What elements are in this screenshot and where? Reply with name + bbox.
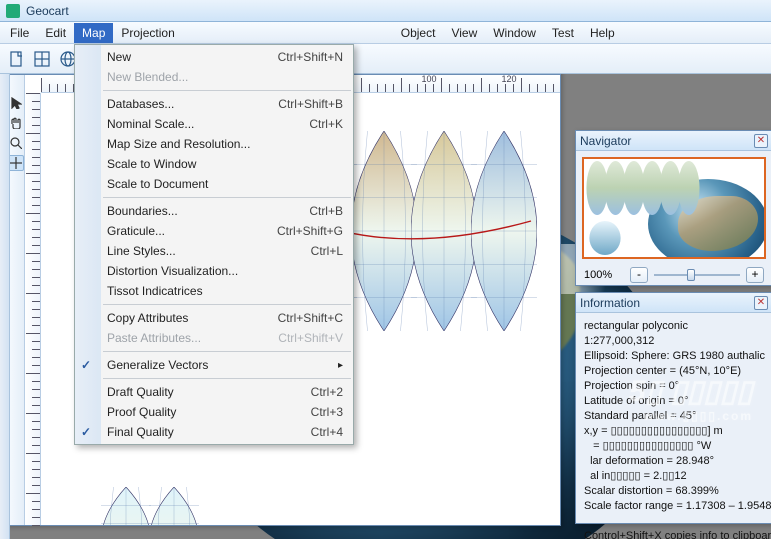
menu-projection[interactable]: Projection xyxy=(113,23,182,43)
zoom-slider[interactable] xyxy=(654,267,740,283)
zoom-percent: 100% xyxy=(584,269,624,281)
grid-icon xyxy=(34,51,50,67)
menu-item-shortcut: Ctrl+3 xyxy=(311,405,343,419)
navigator-panel: Navigator ✕ 100% - + xyxy=(575,130,771,286)
app-title: Geocart xyxy=(26,4,69,18)
menu-file[interactable]: File xyxy=(2,23,37,43)
document-icon xyxy=(8,51,24,67)
menu-item-label: New Blended... xyxy=(107,70,188,84)
menu-item-shortcut: Ctrl+Shift+B xyxy=(278,97,343,111)
menu-test[interactable]: Test xyxy=(544,23,582,43)
magnifier-icon xyxy=(10,137,22,149)
zoom-in-button[interactable]: + xyxy=(746,267,764,283)
menu-item-label: Final Quality xyxy=(107,425,174,439)
menu-map[interactable]: Map xyxy=(74,23,113,43)
menu-help[interactable]: Help xyxy=(582,23,623,43)
menu-item-generalize-vectors[interactable]: ✓ Generalize Vectors xyxy=(75,355,353,375)
mini-map xyxy=(101,487,211,525)
menu-item-line-styles[interactable]: Line Styles... Ctrl+L xyxy=(75,241,353,261)
menu-item-shortcut: Ctrl+Shift+V xyxy=(278,331,343,345)
menu-object[interactable]: Object xyxy=(393,23,444,43)
navigator-close[interactable]: ✕ xyxy=(754,134,768,148)
menu-item-proof-quality[interactable]: Proof Quality Ctrl+3 xyxy=(75,402,353,422)
app-icon xyxy=(6,4,20,18)
menu-item-label: Tissot Indicatrices xyxy=(107,284,203,298)
menu-separator xyxy=(103,90,351,91)
menu-item-label: Databases... xyxy=(107,97,174,111)
watermark: 5▯ ▯▯▯▯▯ www.▯▯▯▯.com xyxy=(629,374,753,423)
ruler-vertical xyxy=(25,93,41,525)
map-menu-dropdown: New Ctrl+Shift+N New Blended... Databases..… xyxy=(74,44,354,445)
tool-grid[interactable] xyxy=(32,49,52,69)
zoom-tool[interactable] xyxy=(10,135,24,151)
menu-item-nominal-scale[interactable]: Nominal Scale... Ctrl+K xyxy=(75,114,353,134)
menu-item-map-size-and-resolution[interactable]: Map Size and Resolution... xyxy=(75,134,353,154)
menu-item-shortcut: Ctrl+L xyxy=(311,244,343,258)
menu-item-label: Graticule... xyxy=(107,224,165,238)
menu-item-tissot-indicatrices[interactable]: Tissot Indicatrices xyxy=(75,281,353,301)
menu-item-label: Scale to Window xyxy=(107,157,196,171)
menu-item-paste-attributes: Paste Attributes... Ctrl+Shift+V xyxy=(75,328,353,348)
crosshair-tool[interactable] xyxy=(10,155,24,171)
menu-window[interactable]: Window xyxy=(485,23,544,43)
menu-item-label: Scale to Document xyxy=(107,177,208,191)
zoom-thumb[interactable] xyxy=(687,269,695,281)
menu-item-label: Copy Attributes xyxy=(107,311,188,325)
menu-item-shortcut: Ctrl+Shift+N xyxy=(278,50,343,64)
menu-item-databases[interactable]: Databases... Ctrl+Shift+B xyxy=(75,94,353,114)
navigator-title: Navigator xyxy=(580,134,631,148)
menu-item-label: Distortion Visualization... xyxy=(107,264,238,278)
menu-item-label: New xyxy=(107,50,131,64)
menu-separator xyxy=(103,197,351,198)
checkmark-icon: ✓ xyxy=(81,358,95,372)
menu-item-label: Nominal Scale... xyxy=(107,117,194,131)
titlebar: Geocart xyxy=(0,0,771,22)
crosshair-icon xyxy=(10,157,22,169)
menu-item-shortcut: Ctrl+2 xyxy=(311,385,343,399)
menubar: File Edit Map Projection Object View Win… xyxy=(0,22,771,44)
checkmark-icon: ✓ xyxy=(81,425,95,439)
menu-item-shortcut: Ctrl+4 xyxy=(311,425,343,439)
menu-separator xyxy=(103,304,351,305)
menu-item-distortion-visualization[interactable]: Distortion Visualization... xyxy=(75,261,353,281)
menu-item-label: Generalize Vectors xyxy=(107,358,208,372)
menu-item-label: Draft Quality xyxy=(107,385,174,399)
information-close[interactable]: ✕ xyxy=(754,296,768,310)
menu-item-label: Proof Quality xyxy=(107,405,176,419)
menu-item-label: Map Size and Resolution... xyxy=(107,137,250,151)
arrow-icon xyxy=(10,97,22,109)
menu-item-shortcut: Ctrl+B xyxy=(309,204,343,218)
menu-item-shortcut: Ctrl+Shift+G xyxy=(277,224,343,238)
left-strip xyxy=(0,74,10,539)
menu-item-label: Paste Attributes... xyxy=(107,331,201,345)
menu-item-shortcut: Ctrl+Shift+C xyxy=(278,311,343,325)
information-body: rectangular polyconic 1:277,000,312 Elli… xyxy=(576,313,771,539)
menu-view[interactable]: View xyxy=(443,23,485,43)
zoom-out-button[interactable]: - xyxy=(630,267,648,283)
menu-edit[interactable]: Edit xyxy=(37,23,74,43)
tool-document[interactable] xyxy=(6,49,26,69)
menu-item-new[interactable]: New Ctrl+Shift+N xyxy=(75,47,353,67)
tool-column xyxy=(10,75,25,525)
information-title: Information xyxy=(580,296,640,310)
menu-item-graticule[interactable]: Graticule... Ctrl+Shift+G xyxy=(75,221,353,241)
hand-icon xyxy=(10,117,22,129)
menu-item-draft-quality[interactable]: Draft Quality Ctrl+2 xyxy=(75,382,353,402)
arrow-tool[interactable] xyxy=(10,95,24,111)
information-header[interactable]: Information ✕ xyxy=(576,293,771,313)
hand-tool[interactable] xyxy=(10,115,24,131)
menu-item-label: Boundaries... xyxy=(107,204,178,218)
menu-item-copy-attributes[interactable]: Copy Attributes Ctrl+Shift+C xyxy=(75,308,353,328)
menu-item-final-quality[interactable]: ✓ Final Quality Ctrl+4 xyxy=(75,422,353,442)
menu-item-new-blended: New Blended... xyxy=(75,67,353,87)
navigator-header[interactable]: Navigator ✕ xyxy=(576,131,771,151)
menu-item-boundaries[interactable]: Boundaries... Ctrl+B xyxy=(75,201,353,221)
menu-item-scale-to-document[interactable]: Scale to Document xyxy=(75,174,353,194)
menu-separator xyxy=(103,351,351,352)
menu-item-label: Line Styles... xyxy=(107,244,176,258)
navigator-preview[interactable] xyxy=(582,157,766,259)
menu-item-shortcut: Ctrl+K xyxy=(309,117,343,131)
menu-separator xyxy=(103,378,351,379)
menu-item-scale-to-window[interactable]: Scale to Window xyxy=(75,154,353,174)
